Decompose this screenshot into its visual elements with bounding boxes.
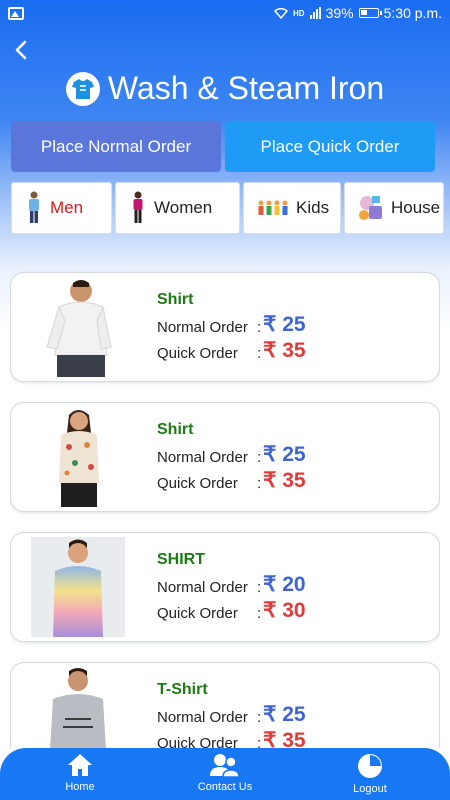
woman-figure-icon [133, 191, 143, 223]
woman-floral-shirt-photo [31, 407, 125, 507]
item-list: Shirt Normal Order : ₹ 25 Quick Order : … [10, 270, 440, 748]
quick-order-label: Quick Order [157, 605, 238, 622]
man-grey-tshirt-photo [31, 667, 125, 748]
logout-pie-icon [358, 754, 382, 778]
quick-price: ₹ 30 [263, 599, 306, 622]
nav-contact-us[interactable]: Contact Us [190, 748, 260, 800]
colon-separator: : [257, 345, 262, 362]
colon-separator: : [257, 605, 262, 622]
battery-icon [358, 8, 382, 18]
status-bar: HD 39% 5:30 p.m. [0, 0, 450, 26]
item-name: T-Shirt [157, 681, 208, 698]
place-normal-order-button[interactable]: Place Normal Order [11, 121, 221, 172]
quick-price: ₹ 35 [263, 339, 306, 362]
place-quick-order-button[interactable]: Place Quick Order [225, 121, 435, 172]
household-items-icon [359, 196, 382, 220]
home-icon [68, 754, 92, 776]
page-title: Wash & Steam Iron [107, 70, 385, 106]
quick-order-label: Quick Order [157, 345, 238, 362]
colon-separator: : [257, 709, 262, 726]
normal-order-label: Normal Order [157, 449, 248, 466]
signal-icon [309, 7, 321, 19]
man-white-shirt-photo [31, 277, 125, 377]
man-figure-icon [29, 191, 39, 223]
nav-logout[interactable]: Logout [335, 748, 405, 800]
item-card[interactable]: Shirt Normal Order : ₹ 25 Quick Order : … [10, 402, 440, 512]
normal-order-label: Normal Order [157, 319, 248, 336]
bottom-navigation: Home Contact Us Logout [0, 748, 450, 800]
clock: 5:30 p.m. [383, 5, 442, 21]
contact-users-icon [210, 754, 240, 778]
colon-separator: : [257, 735, 262, 748]
status-right: HD 39% 5:30 p.m. [274, 5, 442, 21]
nav-logout-label: Logout [353, 783, 387, 795]
wifi-icon [274, 7, 289, 19]
colon-separator: : [257, 475, 262, 492]
item-card[interactable]: SHIRT Normal Order : ₹ 20 Quick Order : … [10, 532, 440, 642]
quick-order-label: Quick Order [157, 475, 238, 492]
back-arrow-icon [15, 40, 27, 60]
colon-separator: : [257, 449, 262, 466]
item-name: Shirt [157, 421, 194, 438]
item-name: SHIRT [157, 551, 205, 568]
colon-separator: : [257, 579, 262, 596]
tab-house[interactable]: House [344, 182, 444, 234]
page-header: Wash & Steam Iron [0, 70, 450, 107]
normal-order-label: Normal Order [157, 709, 248, 726]
hd-badge: HD [293, 8, 305, 18]
back-button[interactable] [10, 38, 34, 62]
normal-price: ₹ 25 [263, 313, 306, 336]
normal-order-label: Normal Order [157, 579, 248, 596]
quick-order-label: Quick Order [157, 735, 238, 748]
gallery-notification-icon [8, 6, 24, 20]
category-tabs: Men Women Kids House [11, 182, 444, 234]
normal-price: ₹ 20 [263, 573, 306, 596]
nav-contact-label: Contact Us [197, 781, 253, 793]
tab-house-label: House [391, 198, 441, 217]
normal-price: ₹ 25 [263, 703, 306, 726]
nav-home-label: Home [65, 781, 95, 793]
battery-percent: 39% [325, 5, 354, 21]
tab-women-label: Women [154, 198, 213, 217]
tab-women[interactable]: Women [115, 182, 240, 234]
item-name: Shirt [157, 291, 194, 308]
colon-separator: : [257, 319, 262, 336]
boy-gradient-shirt-photo [31, 537, 125, 637]
nav-home[interactable]: Home [45, 748, 115, 800]
tab-kids[interactable]: Kids [243, 182, 341, 234]
tab-kids-label: Kids [296, 198, 330, 217]
quick-price: ₹ 35 [263, 729, 306, 748]
quick-price: ₹ 35 [263, 469, 306, 492]
tshirt-icon [65, 71, 100, 106]
item-card[interactable]: Shirt Normal Order : ₹ 25 Quick Order : … [10, 272, 440, 382]
tab-men[interactable]: Men [11, 182, 112, 234]
normal-price: ₹ 25 [263, 443, 306, 466]
item-card[interactable]: T-Shirt Normal Order : ₹ 25 Quick Order … [10, 662, 440, 748]
tab-men-label: Men [50, 198, 84, 217]
kids-group-icon [258, 200, 288, 215]
